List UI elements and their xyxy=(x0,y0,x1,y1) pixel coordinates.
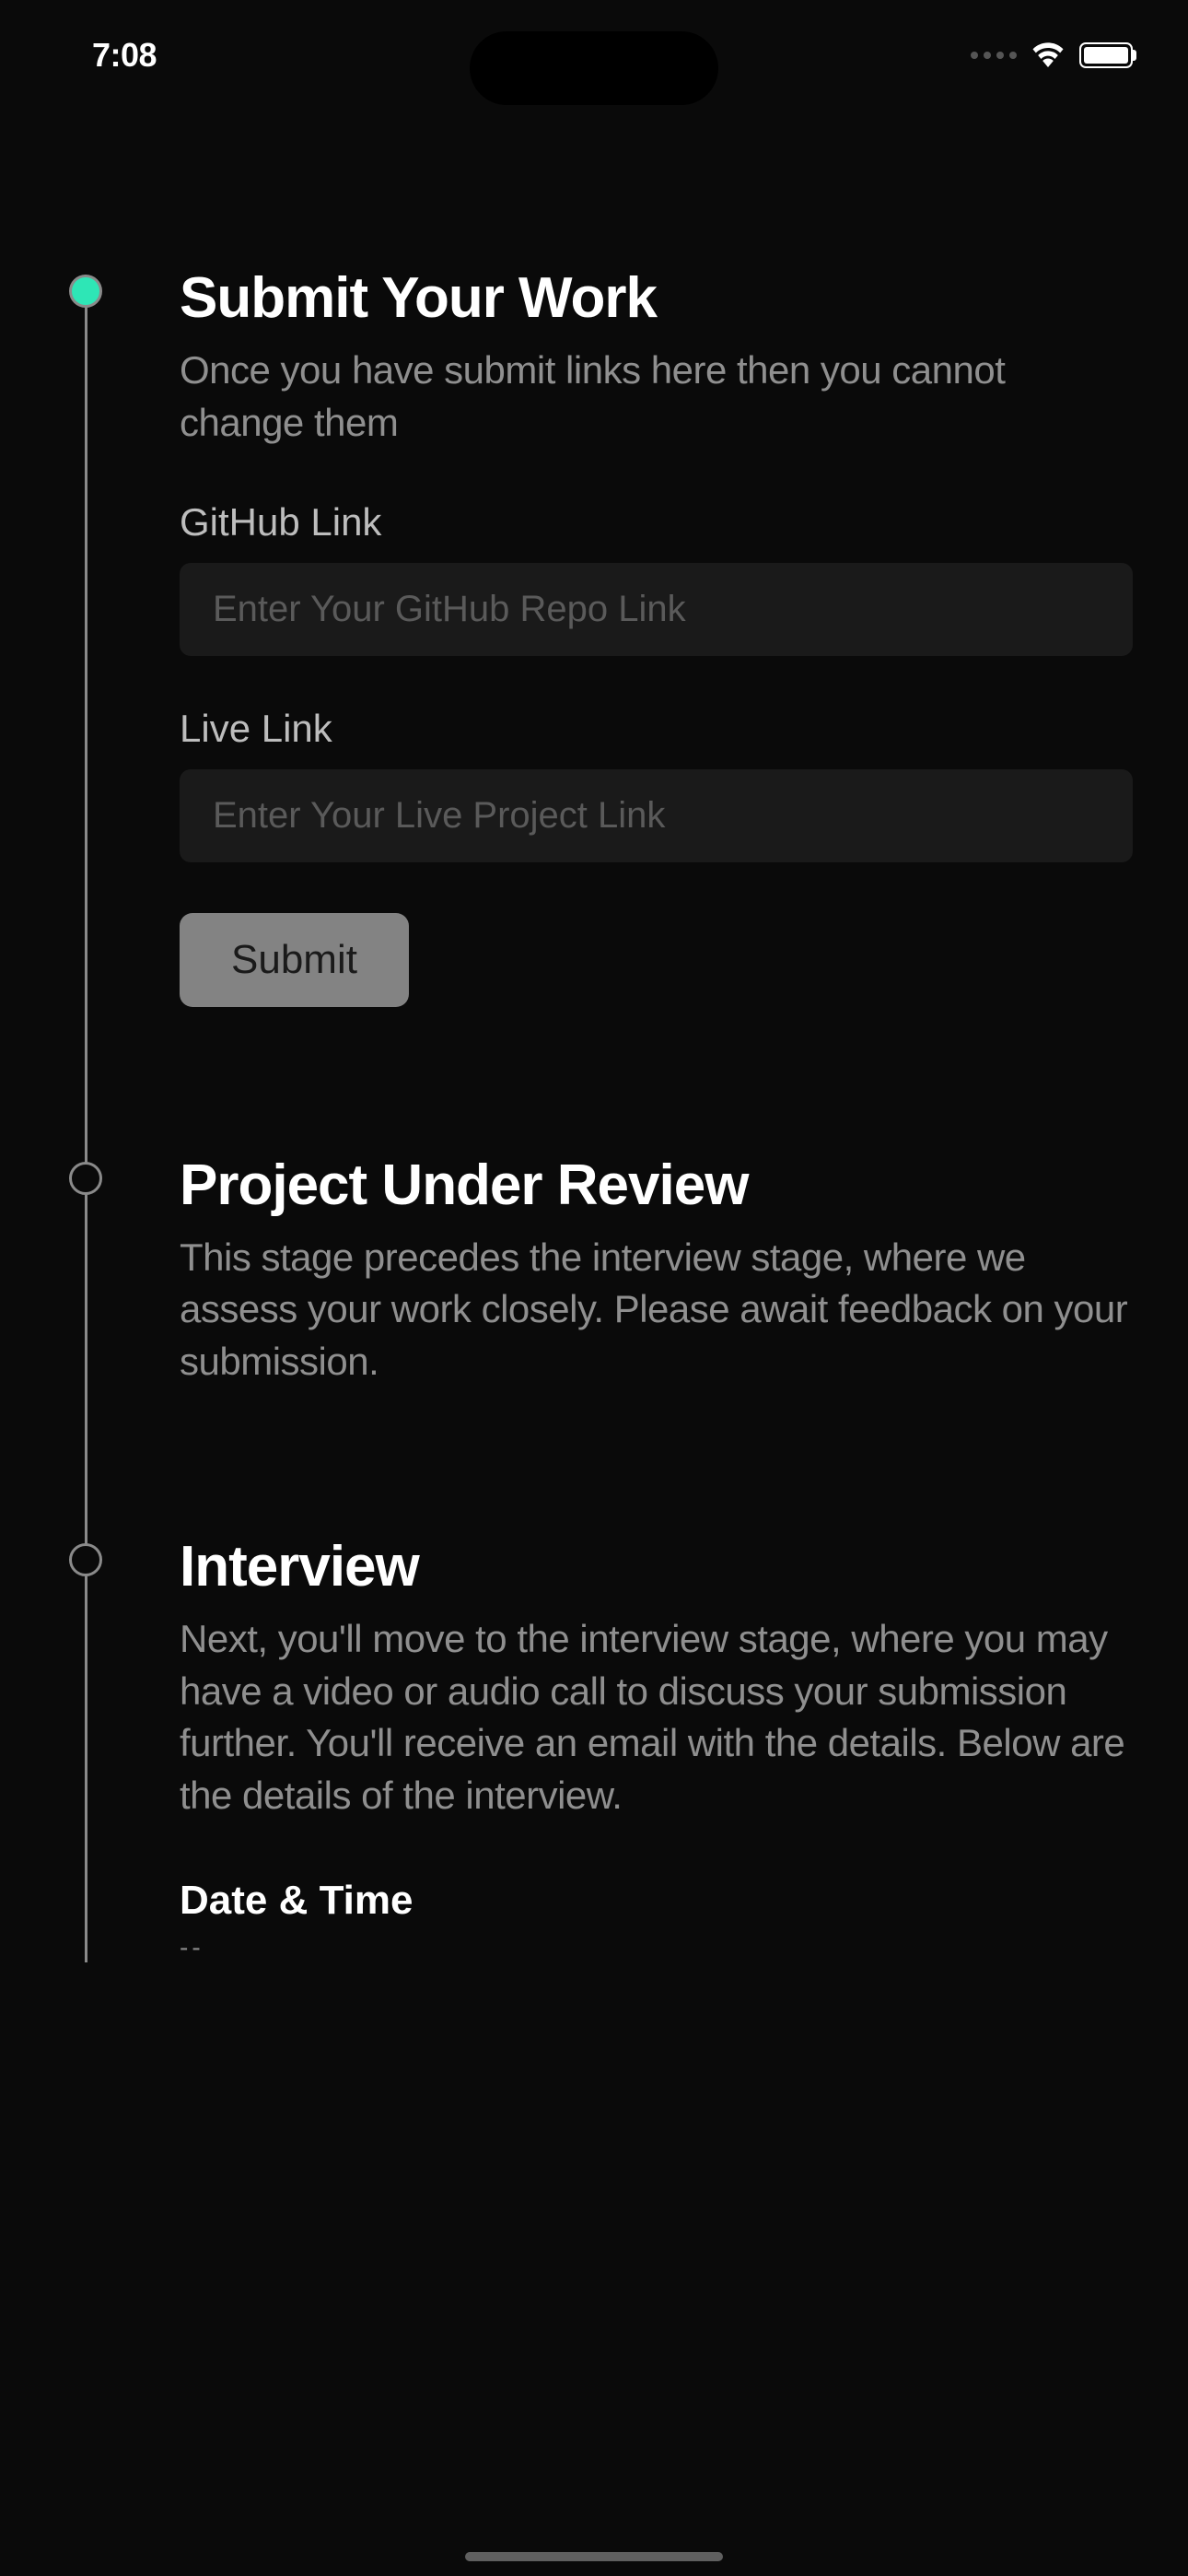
device-notch xyxy=(470,31,718,105)
battery-icon xyxy=(1079,42,1133,68)
cellular-signal-icon xyxy=(971,52,1017,59)
timeline-dot-active xyxy=(69,275,102,308)
timeline-step-interview: Interview Next, you'll move to the inter… xyxy=(55,1536,1133,1962)
step-title: Interview xyxy=(180,1536,1133,1598)
live-link-input[interactable] xyxy=(180,769,1133,862)
step-description: Next, you'll move to the interview stage… xyxy=(180,1613,1133,1822)
timeline-step-submit-work: Submit Your Work Once you have submit li… xyxy=(55,267,1133,1007)
step-description: Once you have submit links here then you… xyxy=(180,345,1133,449)
submit-button[interactable]: Submit xyxy=(180,913,409,1007)
timeline-dot-inactive xyxy=(69,1543,102,1576)
step-title: Project Under Review xyxy=(180,1154,1133,1217)
step-description: This stage precedes the interview stage,… xyxy=(180,1232,1133,1388)
status-time: 7:08 xyxy=(92,36,157,75)
progress-timeline: Submit Your Work Once you have submit li… xyxy=(55,267,1133,1962)
home-indicator[interactable] xyxy=(465,2552,723,2561)
github-link-input[interactable] xyxy=(180,563,1133,656)
timeline-step-under-review: Project Under Review This stage precedes… xyxy=(55,1154,1133,1388)
status-icons xyxy=(971,39,1133,73)
status-bar: 7:08 xyxy=(0,0,1188,111)
step-title: Submit Your Work xyxy=(180,267,1133,330)
interview-datetime-label: Date & Time xyxy=(180,1878,1133,1924)
github-link-label: GitHub Link xyxy=(180,500,1133,544)
timeline-dot-inactive xyxy=(69,1162,102,1195)
interview-datetime-value: -- xyxy=(180,1933,1133,1962)
wifi-icon xyxy=(1030,39,1066,73)
live-link-label: Live Link xyxy=(180,707,1133,751)
